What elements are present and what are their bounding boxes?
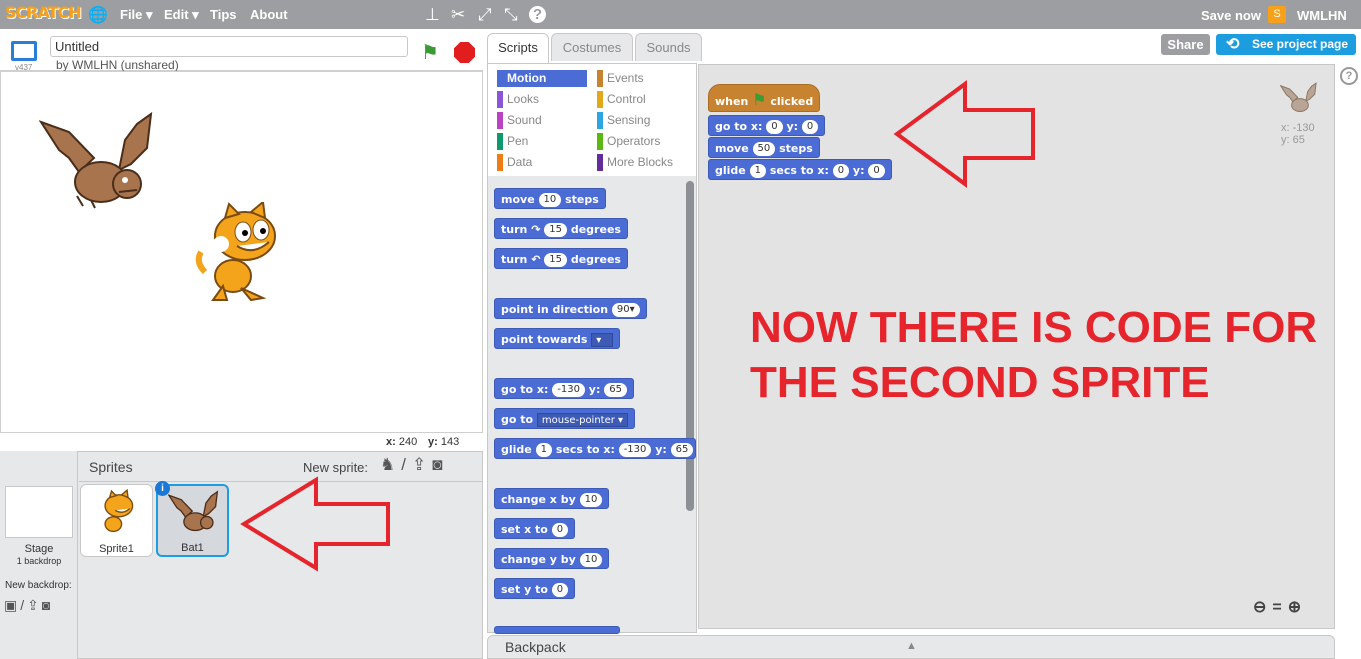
sprite-camera-icon[interactable]: ◙ (432, 455, 448, 474)
tab-sounds[interactable]: Sounds (635, 33, 702, 61)
tab-costumes[interactable]: Costumes (551, 33, 633, 61)
mouse-x-readout: x: 240 (386, 436, 418, 448)
cat-thumbnail (104, 489, 134, 533)
block-turn-left[interactable]: turn ↶ 15 degrees (494, 248, 628, 269)
remix-arrows-icon: ⟲ (1226, 36, 1240, 53)
category-data[interactable]: Data (497, 154, 532, 171)
help-block-icon[interactable]: ? (529, 6, 546, 23)
globe-icon[interactable]: 🌐 (88, 5, 108, 25)
help-icon[interactable]: ? (1340, 67, 1358, 85)
tab-scripts[interactable]: Scripts (487, 33, 549, 63)
script-move-steps[interactable]: move 50 steps (708, 137, 820, 158)
sprite-paint-icon[interactable]: / (401, 455, 412, 474)
stage-thumbnail[interactable] (5, 486, 73, 538)
shrink-icon[interactable]: ⤡ (504, 5, 518, 25)
mouse-y-readout: y: 143 (428, 436, 460, 448)
block-change-x[interactable]: change x by 10 (494, 488, 610, 509)
palette-scrollbar[interactable] (686, 181, 694, 511)
bat-sprite[interactable] (39, 110, 157, 210)
backpack-label: Backpack (505, 639, 566, 655)
zoom-reset-icon[interactable]: = (1272, 599, 1287, 616)
backpack-expand-icon[interactable]: ▲ (906, 640, 917, 652)
fullscreen-icon[interactable] (11, 41, 37, 61)
stage-canvas[interactable] (0, 71, 483, 433)
edit-menu[interactable]: Edit ▾ (164, 7, 199, 23)
new-sprite-tools: ♞/⇪◙ (380, 455, 449, 475)
annotation-text: NOW THERE IS CODE FOR THE SECOND SPRITE (750, 303, 1318, 407)
category-pen[interactable]: Pen (497, 133, 528, 150)
project-byline: by WMLHN (unshared) (56, 58, 179, 72)
red-arrow-left-sprites (240, 476, 390, 572)
backdrop-camera-icon[interactable]: ◙ (42, 597, 53, 613)
green-flag-icon[interactable]: ⚑ (421, 40, 439, 65)
category-operators[interactable]: Operators (597, 133, 660, 150)
cat-sprite[interactable] (193, 202, 289, 306)
stage-backdrop-count: 1 backdrop (16, 556, 62, 566)
menu-bar (0, 0, 1361, 29)
block-turn-right[interactable]: turn ↷ 15 degrees (494, 218, 628, 239)
category-events[interactable]: Events (597, 70, 644, 87)
file-menu[interactable]: File ▾ (120, 7, 153, 23)
block-point-in-direction[interactable]: point in direction 90▾ (494, 298, 647, 319)
category-more-blocks[interactable]: More Blocks (597, 154, 673, 171)
block-change-y[interactable]: change y by 10 (494, 548, 610, 569)
save-now-link[interactable]: Save now (1201, 8, 1261, 23)
category-motion[interactable]: Motion (497, 70, 587, 87)
block-point-towards[interactable]: point towards ▾ (494, 328, 621, 349)
sprite-tile-bat1[interactable]: Bat1 (156, 484, 229, 557)
user-avatar[interactable]: S (1268, 6, 1286, 23)
new-sprite-label: New sprite: (303, 460, 369, 475)
sprite-tile-sprite1[interactable]: Sprite1 (80, 484, 153, 557)
zoom-out-icon[interactable]: ⊖ (1253, 599, 1272, 616)
block-set-x[interactable]: set x to 0 (494, 518, 576, 539)
grow-icon[interactable]: ⤢ (478, 5, 492, 25)
current-sprite-coords: x: -130 y: 65 (1281, 122, 1315, 146)
block-move-steps[interactable]: move 10 steps (494, 188, 606, 209)
block-glide[interactable]: glide 1 secs to x: -130 y: 65 (494, 438, 696, 459)
backdrop-library-icon[interactable]: ▣ (4, 597, 20, 613)
sprite-name: Bat1 (181, 542, 204, 554)
zoom-in-icon[interactable]: ⊕ (1288, 599, 1307, 616)
stage-label: Stage (24, 543, 54, 555)
script-when-flag-clicked[interactable]: when ⚑ clicked (708, 84, 821, 112)
sprites-title: Sprites (89, 459, 133, 475)
username[interactable]: WMLHN (1297, 8, 1347, 23)
stage-column (0, 451, 78, 659)
tips-menu[interactable]: Tips (210, 7, 237, 22)
script-go-to-xy[interactable]: go to x: 0 y: 0 (708, 115, 826, 136)
sprite-library-icon[interactable]: ♞ (380, 455, 401, 474)
block-go-to-xy[interactable]: go to x: -130 y: 65 (494, 378, 634, 399)
bat-thumbnail (168, 490, 219, 532)
category-sound[interactable]: Sound (497, 112, 542, 129)
scratch-logo[interactable]: SCRATCH (5, 3, 82, 22)
project-title-input[interactable] (50, 36, 408, 57)
category-looks[interactable]: Looks (497, 91, 539, 108)
new-backdrop-tools: ▣/⇪◙ (4, 597, 53, 614)
share-button[interactable]: Share (1161, 34, 1210, 55)
sprite-info-icon[interactable]: i (155, 481, 170, 496)
backdrop-upload-icon[interactable]: ⇪ (27, 597, 42, 613)
category-control[interactable]: Control (597, 91, 646, 108)
about-menu[interactable]: About (250, 7, 288, 22)
cut-scissors-icon[interactable]: ✂ (451, 5, 465, 25)
zoom-controls: ⊖=⊕ (1253, 597, 1307, 617)
block-set-y[interactable]: set y to 0 (494, 578, 576, 599)
turn-counterclockwise-icon: ↶ (531, 253, 541, 266)
turn-clockwise-icon: ↷ (531, 223, 541, 236)
current-sprite-thumbnail (1280, 82, 1317, 113)
new-backdrop-label: New backdrop: (5, 580, 72, 591)
sprite-name: Sprite1 (99, 543, 134, 555)
see-project-page-button[interactable]: ⟲ See project page (1216, 34, 1356, 55)
category-sensing[interactable]: Sensing (597, 112, 650, 129)
block-go-to[interactable]: go to mouse-pointer ▾ (494, 408, 636, 429)
duplicate-stamp-icon[interactable]: ⊥ (425, 5, 440, 25)
block-partial[interactable] (494, 626, 620, 634)
sprite-upload-icon[interactable]: ⇪ (412, 455, 432, 474)
red-arrow-left-scripts (893, 80, 1035, 188)
script-glide[interactable]: glide 1 secs to x: 0 y: 0 (708, 159, 892, 180)
green-flag-icon: ⚑ (752, 90, 767, 109)
